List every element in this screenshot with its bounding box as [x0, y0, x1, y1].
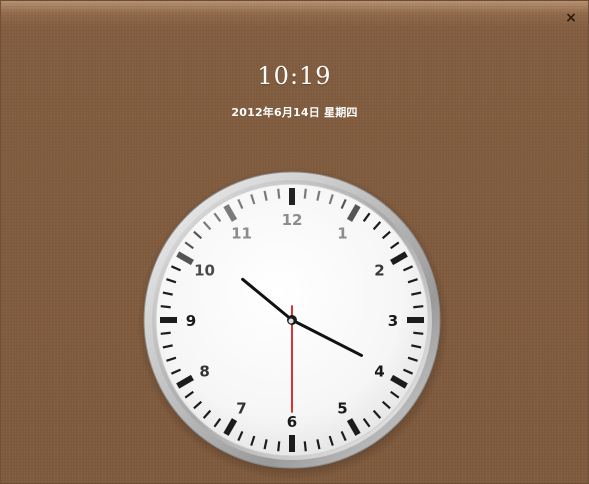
minute-tick — [303, 188, 307, 199]
numeral-4: 4 — [374, 363, 384, 381]
numeral-7: 7 — [236, 399, 246, 417]
pivot-cap — [288, 318, 294, 324]
minute-tick — [277, 188, 281, 199]
minute-tick — [413, 305, 424, 309]
numeral-11: 11 — [231, 225, 252, 243]
numeral-5: 5 — [337, 399, 347, 417]
analog-clock: 121234567891011 — [137, 168, 449, 480]
clock-window: × 10:19 2012年6月14日 星期四 12 1 2 3 4 5 6 7 … — [0, 0, 589, 484]
minute-tick — [277, 441, 281, 452]
numeral-9: 9 — [186, 312, 196, 330]
numeral-10: 10 — [194, 262, 215, 280]
numeral-3: 3 — [388, 312, 398, 330]
minute-tick — [413, 331, 424, 335]
numeral-2: 2 — [374, 262, 384, 280]
minute-tick — [160, 305, 171, 309]
numeral-8: 8 — [199, 363, 209, 381]
numeral-6: 6 — [287, 413, 297, 431]
minute-tick — [160, 331, 171, 335]
numeral-12: 12 — [282, 211, 303, 229]
minute-tick — [303, 441, 307, 452]
numeral-1: 1 — [337, 225, 347, 243]
